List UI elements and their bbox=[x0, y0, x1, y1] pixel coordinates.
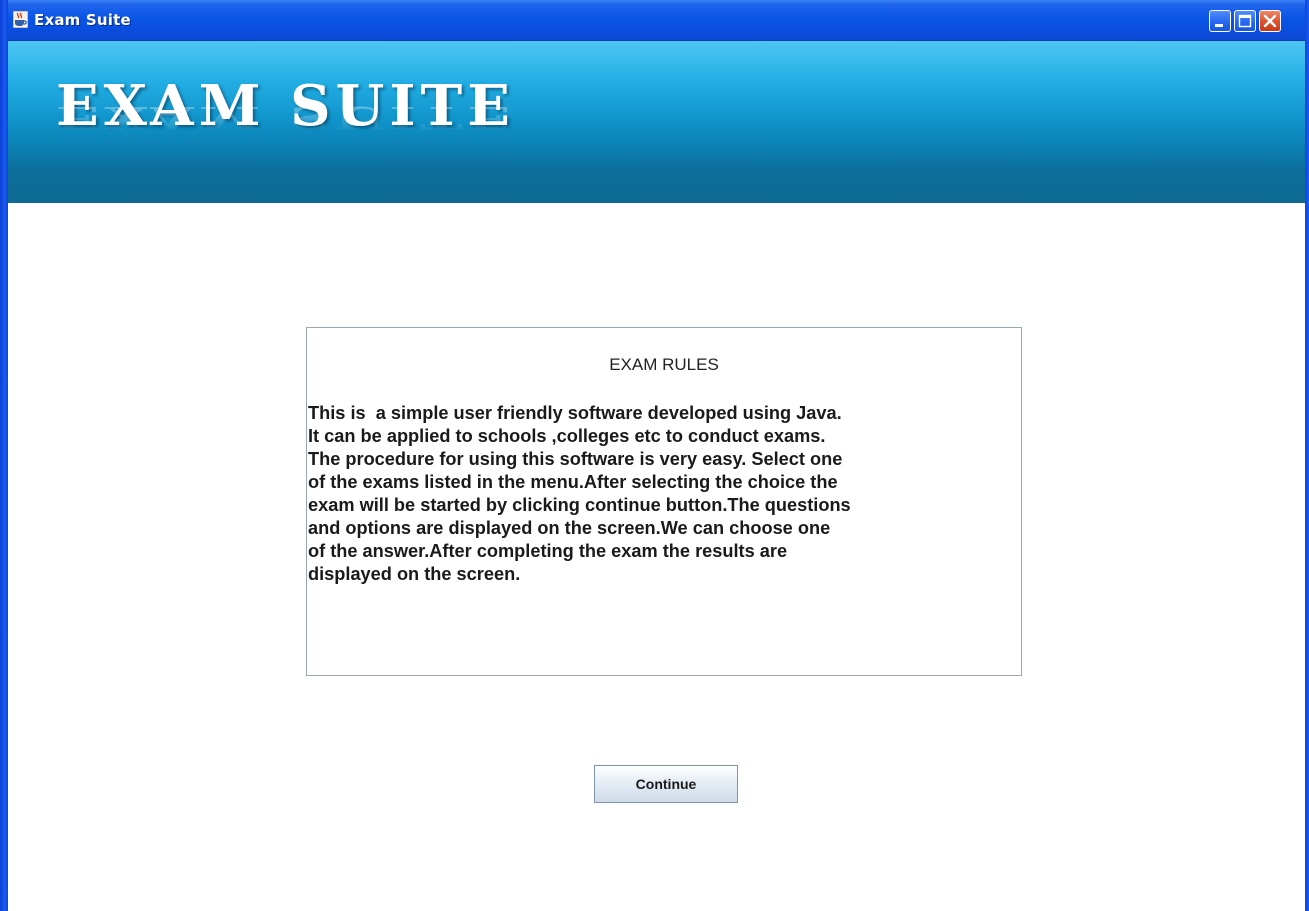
banner-title-reflection: EXAM SUITE bbox=[56, 104, 515, 133]
title-bar[interactable]: Exam Suite bbox=[0, 0, 1309, 41]
maximize-icon bbox=[1238, 14, 1252, 28]
app-window: Exam Suite EXAM SUITE EXAM SUITE EXAM RU… bbox=[0, 0, 1309, 911]
header-banner: EXAM SUITE EXAM SUITE bbox=[8, 41, 1305, 203]
minimize-icon bbox=[1215, 24, 1223, 27]
window-border-left bbox=[0, 0, 8, 911]
close-button[interactable] bbox=[1259, 10, 1281, 32]
maximize-button[interactable] bbox=[1234, 10, 1256, 32]
window-border-right bbox=[1305, 0, 1309, 911]
java-cup-icon[interactable] bbox=[12, 10, 29, 29]
close-icon bbox=[1263, 14, 1277, 28]
minimize-button[interactable] bbox=[1209, 10, 1231, 32]
rules-heading: EXAM RULES bbox=[609, 355, 719, 374]
rules-panel: EXAM RULES This is a simple user friendl… bbox=[306, 327, 1022, 676]
continue-button[interactable]: Continue bbox=[594, 765, 738, 803]
rules-text: This is a simple user friendly software … bbox=[308, 403, 851, 584]
window-title: Exam Suite bbox=[34, 11, 131, 29]
